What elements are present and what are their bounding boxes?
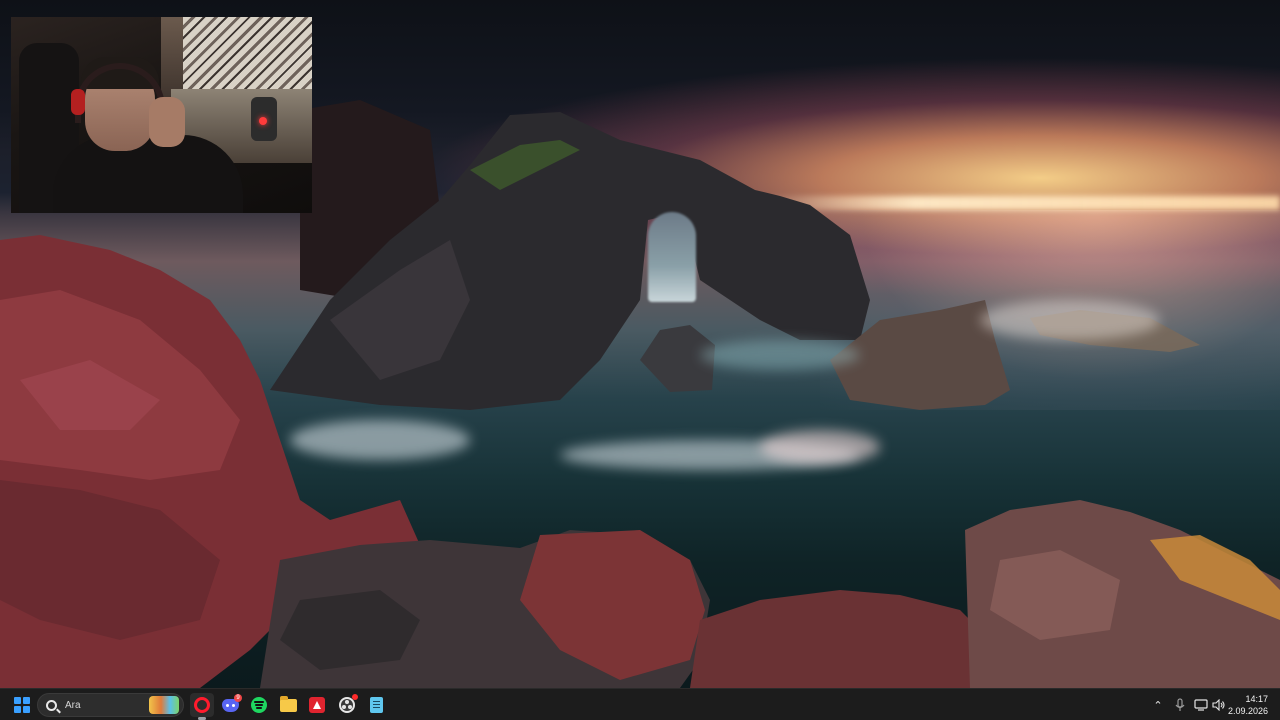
search-placeholder: Ara: [65, 699, 81, 711]
taskbar-app-opera[interactable]: [190, 693, 214, 720]
windows-logo-icon: [14, 697, 30, 713]
network-icon: [1194, 699, 1208, 711]
spotify-icon: [251, 697, 267, 713]
wallpaper-arch-opening: [648, 212, 696, 302]
tray-overflow-button[interactable]: ⌃: [1150, 689, 1166, 720]
wallpaper-foam: [760, 430, 880, 464]
microphone-icon: [1175, 698, 1185, 711]
notepad-icon: [369, 697, 383, 713]
search-icon: [46, 699, 57, 711]
wallpaper-foam: [700, 340, 860, 370]
taskbar-app-spotify[interactable]: [247, 693, 271, 717]
webcam-person-body: [53, 135, 243, 213]
taskbar-app-discord[interactable]: 9: [218, 693, 242, 717]
clock-time: 14:17: [1245, 694, 1268, 704]
clock-date: 2.09.2026: [1227, 706, 1268, 716]
taskbar-clock[interactable]: 14:17 2.09.2026: [1222, 693, 1268, 717]
taskbar-app-obs[interactable]: [335, 693, 359, 717]
folder-icon: [279, 695, 297, 712]
obs-recording-indicator: [352, 694, 358, 700]
tray-network[interactable]: [1192, 689, 1210, 720]
wallpaper-foam: [980, 300, 1160, 340]
search-highlight-icon[interactable]: [149, 696, 179, 714]
start-button[interactable]: [10, 693, 34, 717]
taskbar-app-file-explorer[interactable]: [276, 693, 300, 717]
taskbar: Ara 9 ⌃ 14:17 2.09.2026: [0, 688, 1280, 720]
taskbar-search-box[interactable]: Ara: [37, 693, 184, 717]
webcam-overlay: [11, 17, 312, 213]
rider-icon: [309, 697, 325, 713]
webcam-headset-ear: [71, 89, 85, 115]
taskbar-app-notepad[interactable]: [364, 693, 388, 717]
webcam-mic-led: [259, 117, 267, 125]
discord-notification-badge: 9: [234, 694, 242, 702]
webcam-curtain: [183, 17, 312, 89]
opera-icon: [194, 697, 210, 713]
tray-microphone[interactable]: [1172, 689, 1188, 720]
taskbar-app-rider[interactable]: [305, 693, 329, 717]
webcam-person-hand: [149, 97, 185, 147]
chevron-up-icon: ⌃: [1153, 699, 1163, 712]
wallpaper-foam: [290, 420, 470, 460]
